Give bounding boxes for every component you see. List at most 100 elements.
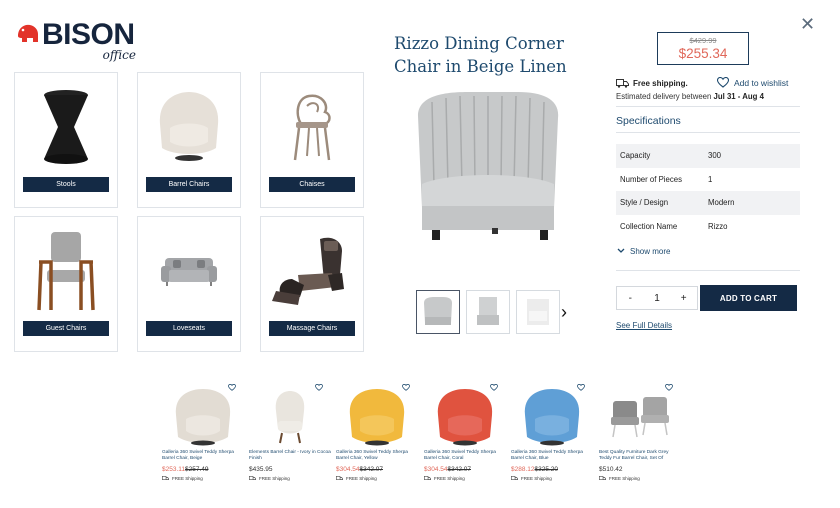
add-to-cart-button[interactable]: ADD TO CART — [700, 285, 797, 311]
sale-price: $255.34 — [678, 46, 728, 61]
product-main-image[interactable] — [408, 88, 568, 250]
category-card-chaises[interactable]: Chaises — [260, 72, 364, 208]
divider — [616, 132, 800, 133]
shipping-label: FREE Shipping — [599, 476, 640, 481]
category-label: Barrel Chairs — [146, 177, 232, 192]
old-price: $429.99 — [689, 36, 717, 45]
specifications-heading: Specifications — [616, 115, 681, 127]
see-full-details-link[interactable]: See Full Details — [616, 321, 672, 330]
spec-row: Collection Name Rizzo — [616, 215, 800, 239]
truck-icon — [249, 476, 256, 480]
quantity-stepper: - 1 + — [616, 286, 698, 310]
product-title: Rizzo Dining Corner Chair in Beige Linen — [394, 34, 567, 76]
spec-key: Collection Name — [620, 221, 678, 231]
heart-icon[interactable] — [490, 384, 498, 391]
price: $435.95 — [249, 466, 273, 473]
product-image — [336, 384, 418, 450]
truck-icon — [424, 476, 431, 480]
category-card-barrel-chairs[interactable]: Barrel Chairs — [137, 72, 241, 208]
spec-key: Number of Pieces — [620, 174, 682, 184]
sale-price: $304.54 — [424, 466, 448, 473]
product-prices: $510.42 — [599, 466, 623, 473]
recommendation-card[interactable]: Galleria 360 Swivel Teddy Sherpa Barrel … — [511, 384, 593, 484]
divider — [616, 106, 800, 107]
product-prices: $288.12$325.20 — [511, 466, 558, 473]
shipping-label: FREE Shipping — [249, 476, 290, 481]
category-card-guest-chairs[interactable]: Guest Chairs — [14, 216, 118, 352]
heart-icon[interactable] — [665, 384, 673, 391]
delivery-prefix: Estimated delivery between — [616, 92, 712, 101]
spec-value: Rizzo — [708, 221, 728, 231]
quantity-input[interactable]: 1 — [644, 287, 671, 309]
truck-icon — [336, 476, 343, 480]
thumbnail-back[interactable] — [516, 290, 560, 334]
shipping-text: FREE Shipping — [609, 476, 640, 481]
recommendation-card[interactable]: Galleria 360 Swivel Teddy Sherpa Barrel … — [162, 384, 244, 484]
thumbnail-next-arrow[interactable]: › — [561, 303, 567, 321]
spec-row: Capacity 300 — [616, 144, 800, 168]
product-name[interactable]: Galleria 360 Swivel Teddy Sherpa Barrel … — [336, 450, 418, 462]
recommendation-card[interactable]: Best Quality Furniture Dark Grey Teddy F… — [599, 384, 681, 484]
truck-icon — [599, 476, 606, 480]
divider — [616, 270, 800, 271]
shipping-text: FREE Shipping — [521, 476, 552, 481]
thumbnail-front[interactable] — [416, 290, 460, 334]
shipping-label: FREE Shipping — [162, 476, 203, 481]
heart-icon[interactable] — [228, 384, 236, 391]
shipping-row: Free shipping. Add to wishlist — [616, 77, 800, 90]
product-image — [599, 384, 681, 450]
thumbnail-side[interactable] — [466, 290, 510, 334]
product-name[interactable]: Elements Barrel Chair - Ivory in Cocoa F… — [249, 450, 331, 462]
product-prices: $253.11$257.49 — [162, 466, 209, 473]
spec-row: Number of Pieces 1 — [616, 168, 800, 192]
heart-icon[interactable] — [717, 77, 729, 88]
category-card-loveseats[interactable]: Loveseats — [137, 216, 241, 352]
chevron-down-icon — [617, 247, 625, 256]
was-price: $257.49 — [185, 466, 209, 473]
sale-price: $304.54 — [336, 466, 360, 473]
truck-icon — [616, 79, 629, 88]
heart-icon[interactable] — [315, 384, 323, 391]
recommendation-card[interactable]: Galleria 360 Swivel Teddy Sherpa Barrel … — [336, 384, 418, 484]
category-label: Guest Chairs — [23, 321, 109, 336]
show-more-label: Show more — [630, 247, 671, 256]
shipping-label: FREE Shipping — [336, 476, 377, 481]
product-image — [249, 384, 331, 450]
recommendation-card[interactable]: Elements Barrel Chair - Ivory in Cocoa F… — [249, 384, 331, 484]
guest-chair-icon — [15, 223, 117, 319]
was-price: $342.07 — [447, 466, 472, 473]
specifications-table: Capacity 300 Number of Pieces 1 Style / De… — [616, 144, 800, 238]
category-label: Massage Chairs — [269, 321, 355, 336]
brand-sub: office — [102, 48, 136, 62]
quantity-increase-button[interactable]: + — [670, 287, 697, 309]
quantity-decrease-button[interactable]: - — [617, 287, 644, 309]
category-label: Stools — [23, 177, 109, 192]
spec-key: Capacity — [620, 151, 651, 161]
shipping-text: FREE Shipping — [259, 476, 290, 481]
close-icon[interactable]: ✕ — [800, 15, 815, 33]
product-name[interactable]: Galleria 360 Swivel Teddy Sherpa Barrel … — [511, 450, 593, 462]
category-card-stools[interactable]: Stools — [14, 72, 118, 208]
show-more-button[interactable]: Show more — [617, 247, 670, 256]
category-card-massage-chairs[interactable]: Massage Chairs — [260, 216, 364, 352]
add-to-wishlist-link[interactable]: Add to wishlist — [734, 78, 788, 88]
was-price: $325.20 — [534, 466, 559, 473]
product-image — [511, 384, 593, 450]
was-price: $342.07 — [359, 466, 384, 473]
stool-icon — [15, 79, 117, 175]
heart-icon[interactable] — [402, 384, 410, 391]
product-name[interactable]: Galleria 360 Swivel Teddy Sherpa Barrel … — [424, 450, 506, 462]
brand-logo[interactable]: BISON office — [16, 18, 140, 64]
brand-name: BISON — [42, 18, 135, 51]
delivery-range: Jul 31 - Aug 4 — [713, 92, 764, 101]
recommendation-card[interactable]: Galleria 360 Swivel Teddy Sherpa Barrel … — [424, 384, 506, 484]
heart-icon[interactable] — [577, 384, 585, 391]
spec-value: 1 — [708, 174, 713, 184]
bison-icon — [18, 24, 38, 42]
massage-chair-icon — [261, 223, 363, 319]
product-name[interactable]: Galleria 360 Swivel Teddy Sherpa Barrel … — [162, 450, 244, 462]
sale-price: $253.11 — [162, 466, 186, 473]
product-name[interactable]: Best Quality Furniture Dark Grey Teddy F… — [599, 450, 681, 462]
truck-icon — [511, 476, 518, 480]
product-image — [424, 384, 506, 450]
